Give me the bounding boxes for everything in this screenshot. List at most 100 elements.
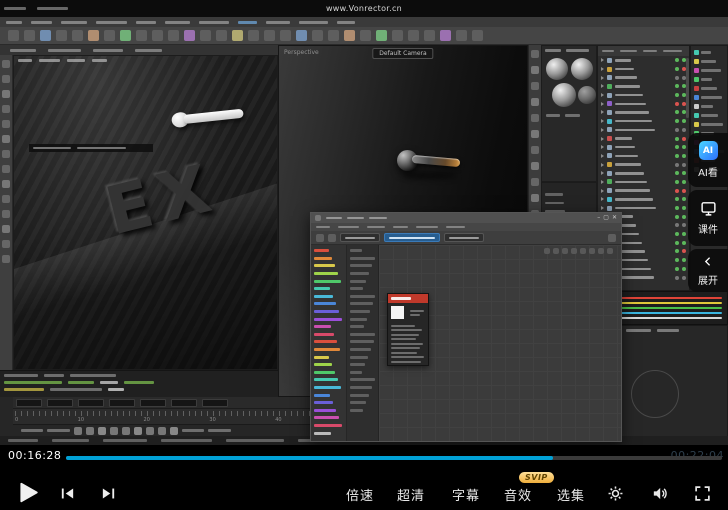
- previous-button[interactable]: [59, 485, 76, 502]
- expand-triangle: [601, 145, 604, 149]
- object-icon: [607, 119, 612, 124]
- object-icon: [607, 188, 612, 193]
- frame-label: 10: [78, 417, 84, 423]
- node-params: [388, 325, 428, 363]
- chevron-left-icon: [702, 255, 715, 268]
- material-panel-header: [545, 49, 589, 52]
- text-block: [350, 280, 366, 283]
- ai-view-label: AI看: [698, 164, 718, 179]
- expand-triangle: [601, 84, 604, 88]
- subtitle-button[interactable]: 字幕: [451, 485, 481, 504]
- object-row: [598, 117, 689, 126]
- gear-icon: [607, 485, 624, 502]
- speed-button[interactable]: 倍速: [345, 485, 375, 504]
- icon-block: [56, 30, 67, 41]
- channel-line: [616, 317, 722, 319]
- material-row: [311, 270, 346, 278]
- list-row: [347, 338, 378, 346]
- list-row: [347, 308, 378, 316]
- visibility-dot: [675, 276, 679, 280]
- material-label: [314, 371, 335, 374]
- material-row: [311, 391, 346, 399]
- toolbar-icon: [328, 234, 336, 242]
- object-name: [615, 59, 631, 62]
- node-param: [391, 325, 415, 327]
- courseware-button[interactable]: 课件: [688, 190, 728, 246]
- material-row: [311, 247, 346, 255]
- visibility-dot: [675, 223, 679, 227]
- ai-view-button[interactable]: AI AI看: [688, 133, 728, 187]
- stats-line-yellow: [4, 388, 124, 391]
- shader-row: [691, 84, 727, 93]
- material-label: [314, 409, 336, 412]
- visibility-dot: [675, 102, 679, 106]
- text-block: [350, 264, 372, 267]
- maximize-icon: ▢: [603, 213, 609, 223]
- material-row: [311, 422, 346, 430]
- render-dot: [682, 137, 686, 141]
- material-row: [311, 346, 346, 354]
- text-block: [545, 49, 561, 52]
- material-label: [314, 264, 335, 267]
- c4d-tab-row: [0, 45, 278, 55]
- handle-shadow: [403, 172, 457, 179]
- expand-triangle: [601, 110, 604, 114]
- video-content[interactable]: EX Perspective Default Camera: [0, 17, 728, 445]
- shader-chip: [694, 59, 699, 64]
- text-block: [566, 49, 589, 52]
- window-icon: [315, 215, 321, 221]
- episodes-button[interactable]: 选集: [556, 485, 586, 504]
- text-block: [545, 193, 563, 196]
- icon-block: [134, 427, 142, 435]
- node-editor-toolbar: [311, 231, 621, 245]
- fullscreen-button[interactable]: [694, 485, 711, 502]
- material-label: [314, 356, 329, 359]
- material-label: [314, 295, 333, 298]
- icon-block: [598, 248, 604, 254]
- material-row: [311, 406, 346, 414]
- icon-block: [2, 150, 10, 158]
- volume-button[interactable]: [651, 485, 668, 502]
- shader-row: [691, 57, 727, 66]
- icon-block: [2, 105, 10, 113]
- material-label: [314, 378, 338, 381]
- icon-block: [531, 178, 539, 186]
- text-block: [92, 59, 107, 62]
- text-block: [266, 21, 290, 24]
- progress-bar[interactable]: [66, 456, 722, 460]
- expand-triangle: [601, 197, 604, 201]
- text-block: [182, 429, 204, 432]
- text-block: [393, 226, 408, 229]
- sound-effect-button[interactable]: 音效: [503, 485, 533, 504]
- text-block: [4, 7, 26, 10]
- text-block: [161, 439, 212, 442]
- list-row: [347, 369, 378, 377]
- visibility-dot: [675, 180, 679, 184]
- icon-block: [2, 240, 10, 248]
- icon-block: [86, 427, 94, 435]
- svip-badge: SVIP: [519, 472, 554, 483]
- expand-button[interactable]: 展开: [688, 249, 728, 292]
- render-dot: [682, 154, 686, 158]
- list-row: [347, 361, 378, 369]
- next-button[interactable]: [100, 485, 117, 502]
- play-button[interactable]: [15, 480, 40, 505]
- object-icon: [607, 110, 612, 115]
- icon-block: [531, 98, 539, 106]
- settings-button[interactable]: [607, 485, 624, 502]
- window-buttons: – ▢ ✕: [597, 213, 617, 223]
- object-icon: [607, 58, 612, 63]
- text-block: [326, 217, 342, 220]
- node-param: [391, 329, 422, 331]
- object-row: [598, 108, 689, 117]
- icon-block: [580, 248, 586, 254]
- icon-block: [531, 82, 539, 90]
- shader-chip: [694, 95, 699, 100]
- icon-block: [248, 30, 259, 41]
- text-block: [208, 429, 231, 432]
- list-row: [347, 262, 378, 270]
- visibility-dot: [675, 137, 679, 141]
- tab-pill-active: [384, 233, 440, 242]
- quality-button[interactable]: 超清: [396, 485, 426, 504]
- visibility-dot: [675, 67, 679, 71]
